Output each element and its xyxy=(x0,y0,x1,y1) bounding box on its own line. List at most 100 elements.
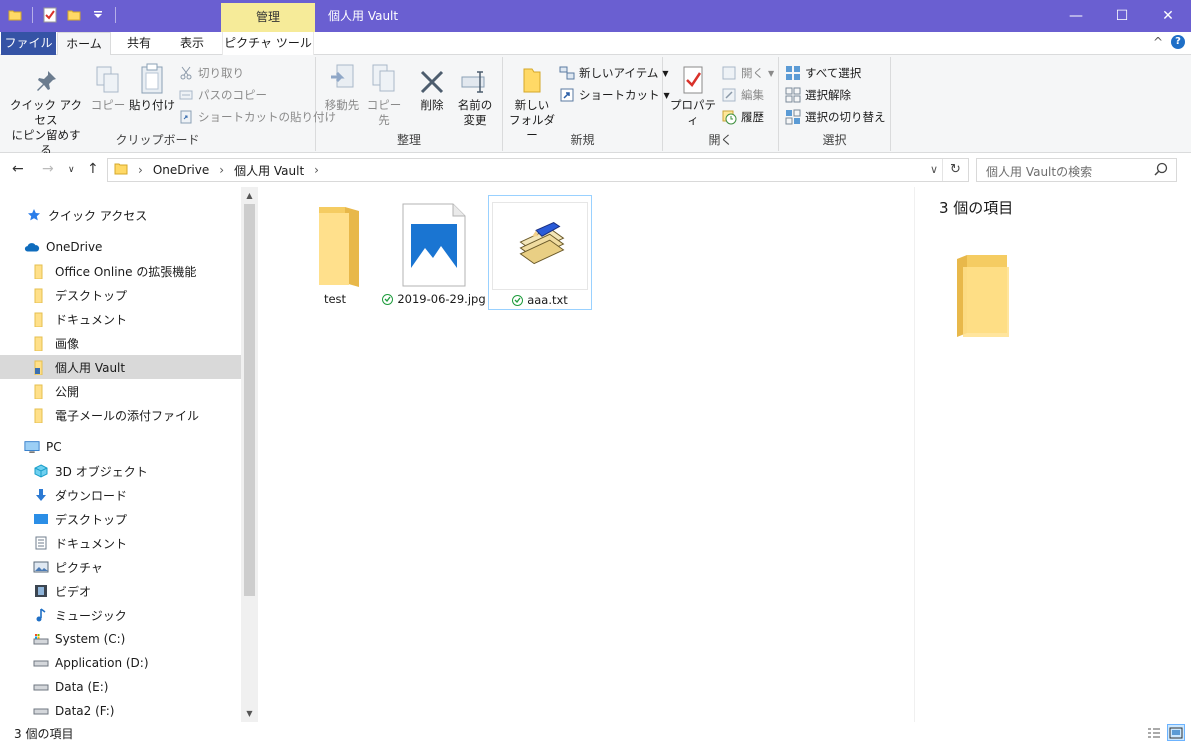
recent-locations-chevron-icon[interactable]: ∨ xyxy=(68,165,75,175)
select-group-label: 選択 xyxy=(822,133,847,147)
nav-label: ミュージック xyxy=(55,608,127,623)
nav-pc[interactable]: PC xyxy=(0,435,241,459)
search-icon[interactable] xyxy=(1154,162,1168,179)
nav-onedrive-desktop[interactable]: デスクトップ xyxy=(0,283,241,307)
properties-icon[interactable] xyxy=(41,5,59,25)
rename-button[interactable]: 名前の 変更 xyxy=(452,61,498,128)
delete-icon xyxy=(412,61,452,95)
search-box[interactable]: 個人用 Vaultの検索 xyxy=(976,158,1177,182)
toolbar-divider xyxy=(32,7,33,23)
nav-drive-d[interactable]: Application (D:) xyxy=(0,651,241,675)
large-folder-icon xyxy=(283,201,387,289)
scroll-up-arrow-icon[interactable]: ▲ xyxy=(241,187,258,204)
collapse-ribbon-icon[interactable]: ^ xyxy=(1153,35,1163,49)
scrollbar-thumb[interactable] xyxy=(244,204,255,596)
nav-label: Data2 (F:) xyxy=(55,704,115,718)
tab-share[interactable]: 共有 xyxy=(114,32,164,55)
nav-scrollbar[interactable]: ▲ ▼ xyxy=(241,187,258,722)
tab-view[interactable]: 表示 xyxy=(168,32,216,55)
rename-label-line2: 変更 xyxy=(463,113,487,127)
copy-path-button[interactable]: パスのコピー xyxy=(178,85,267,105)
minimize-button[interactable]: — xyxy=(1053,0,1099,32)
address-bar[interactable]: › OneDrive › 個人用 Vault › ∨ ↻ xyxy=(107,158,969,182)
back-arrow-icon[interactable]: ← xyxy=(12,161,24,177)
nav-drive-e[interactable]: Data (E:) xyxy=(0,675,241,699)
new-item-button[interactable]: 新しいアイテム ▼ xyxy=(559,63,669,83)
copy-path-label: パスのコピー xyxy=(198,88,267,102)
file-item-text[interactable]: aaa.txt xyxy=(488,195,592,310)
close-button[interactable]: ✕ xyxy=(1145,0,1191,32)
file-list: test 2019-06-29.jpg aaa.txt xyxy=(258,187,914,722)
copy-icon xyxy=(88,61,128,95)
nav-onedrive-pictures[interactable]: 画像 xyxy=(0,331,241,355)
nav-label: 画像 xyxy=(55,336,80,351)
details-view-icon[interactable] xyxy=(1145,724,1163,741)
up-arrow-icon[interactable]: ↑ xyxy=(87,161,99,177)
nav-downloads[interactable]: ダウンロード xyxy=(0,483,241,507)
delete-button[interactable]: 削除 xyxy=(412,61,452,113)
breadcrumb-separator-icon[interactable]: › xyxy=(314,163,319,177)
nav-pictures[interactable]: ピクチャ xyxy=(0,555,241,579)
scroll-down-arrow-icon[interactable]: ▼ xyxy=(241,705,258,722)
paste-button[interactable]: 貼り付け xyxy=(128,61,176,113)
breadcrumb-separator-icon[interactable]: › xyxy=(219,163,224,177)
nav-label: ダウンロード xyxy=(55,488,128,503)
nav-music[interactable]: ミュージック xyxy=(0,603,241,627)
refresh-icon[interactable]: ↻ xyxy=(942,159,968,181)
forward-arrow-icon[interactable]: → xyxy=(42,161,54,177)
file-item-folder[interactable]: test xyxy=(283,195,387,310)
nav-label: Data (E:) xyxy=(55,680,109,694)
nav-quick-access[interactable]: クイック アクセス xyxy=(0,203,241,227)
nav-label: Application (D:) xyxy=(55,656,149,670)
clipboard-group: クイック アクセス にピン留めする コピー 貼り付け 切り取り パスのコピー シ… xyxy=(0,57,336,157)
large-icons-view-icon[interactable] xyxy=(1167,724,1185,741)
open-button[interactable]: 開く ▼ xyxy=(721,63,774,83)
paste-shortcut-button[interactable]: ショートカットの貼り付け xyxy=(178,107,336,127)
cut-button[interactable]: 切り取り xyxy=(178,63,244,83)
address-dropdown-icon[interactable]: ∨ xyxy=(930,163,938,176)
file-name-row: aaa.txt xyxy=(489,293,591,307)
tab-picture-tools[interactable]: ピクチャ ツール xyxy=(222,32,314,55)
nav-email-attachments[interactable]: 電子メールの添付ファイル xyxy=(0,403,241,427)
cloud-icon xyxy=(24,239,40,255)
file-item-image[interactable]: 2019-06-29.jpg xyxy=(382,195,486,310)
select-all-button[interactable]: すべて選択 xyxy=(785,63,861,83)
nav-documents[interactable]: ドキュメント xyxy=(0,531,241,555)
nav-drive-f[interactable]: Data2 (F:) xyxy=(0,699,241,723)
nav-public[interactable]: 公開 xyxy=(0,379,241,403)
easy-access-shortcut-button[interactable]: ショートカット ▼ xyxy=(559,85,670,105)
nav-drive-c[interactable]: System (C:) xyxy=(0,627,241,651)
select-all-icon xyxy=(785,65,801,81)
open-label: 開く xyxy=(741,66,764,80)
nav-onedrive[interactable]: OneDrive xyxy=(0,235,241,259)
nav-personal-vault[interactable]: 個人用 Vault xyxy=(0,355,241,379)
nav-videos[interactable]: ビデオ xyxy=(0,579,241,603)
properties-button[interactable]: プロパティ xyxy=(665,61,721,128)
new-folder-icon[interactable] xyxy=(65,5,83,25)
download-arrow-icon xyxy=(33,487,49,503)
customize-toolbar-icon[interactable] xyxy=(89,5,107,25)
invert-selection-button[interactable]: 選択の切り替え xyxy=(785,107,886,127)
folder-icon[interactable] xyxy=(6,5,24,25)
nav-office-online[interactable]: Office Online の拡張機能 xyxy=(0,259,241,283)
history-button[interactable]: 履歴 xyxy=(721,107,764,127)
file-name-label: aaa.txt xyxy=(527,293,568,307)
breadcrumb-separator-icon[interactable]: › xyxy=(138,163,143,177)
new-item-label: 新しいアイテム xyxy=(579,66,659,80)
move-to-button[interactable]: 移動先 xyxy=(320,61,364,113)
nav-desktop[interactable]: デスクトップ xyxy=(0,507,241,531)
nav-label: 電子メールの添付ファイル xyxy=(55,408,200,423)
copy-to-button[interactable]: コピー先 xyxy=(362,61,406,128)
select-none-button[interactable]: 選択解除 xyxy=(785,85,851,105)
maximize-button[interactable]: ☐ xyxy=(1099,0,1145,32)
tab-manage[interactable]: 管理 xyxy=(221,3,315,32)
tab-home[interactable]: ホーム xyxy=(57,32,111,56)
breadcrumb-onedrive[interactable]: OneDrive xyxy=(153,163,209,177)
edit-button[interactable]: 編集 xyxy=(721,85,764,105)
help-icon[interactable]: ? xyxy=(1171,35,1185,49)
tab-file[interactable]: ファイル xyxy=(1,32,56,55)
copy-button[interactable]: コピー xyxy=(88,61,128,113)
nav-onedrive-documents[interactable]: ドキュメント xyxy=(0,307,241,331)
breadcrumb-vault[interactable]: 個人用 Vault xyxy=(234,162,304,179)
nav-3d-objects[interactable]: 3D オブジェクト xyxy=(0,459,241,483)
